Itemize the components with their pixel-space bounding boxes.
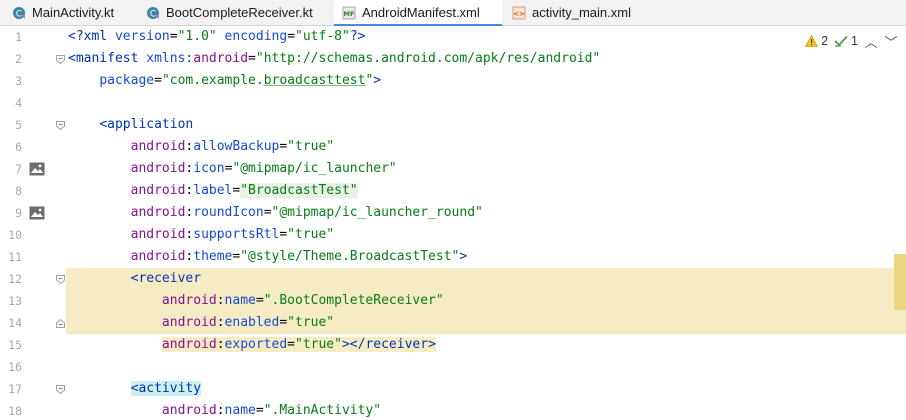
- tab-label: BootCompleteReceiver.kt: [166, 5, 313, 20]
- code-editor[interactable]: 1 2 3 4 5 6 7 8 9 10 11 12 13 14 15 16 1…: [0, 26, 906, 420]
- svg-text:C: C: [16, 10, 22, 20]
- weak-warnings-count: 1: [851, 34, 858, 48]
- code-line: android:theme="@style/Theme.BroadcastTes…: [130, 249, 468, 264]
- line-number: 16: [8, 360, 22, 374]
- line-number: 11: [8, 250, 22, 264]
- fold-marker-icon[interactable]: [56, 121, 65, 130]
- tab-main-activity[interactable]: C MainActivity.kt: [0, 0, 136, 26]
- svg-text:<>: <>: [513, 10, 525, 18]
- code-line: android:name=".MainActivity": [161, 403, 382, 418]
- fold-end-marker-icon[interactable]: [56, 319, 65, 328]
- code-line: android:name=".BootCompleteReceiver": [161, 293, 444, 308]
- code-line: android:icon="@mipmap/ic_launcher": [130, 161, 397, 176]
- kotlin-class-icon: C: [147, 7, 159, 20]
- code-line: android:label="BroadcastTest": [130, 183, 358, 198]
- layout-xml-icon: <>: [512, 6, 526, 20]
- line-number: 15: [8, 338, 22, 352]
- line-number: 12: [8, 272, 22, 286]
- fold-marker-icon[interactable]: [56, 275, 65, 284]
- inspection-widget[interactable]: 2 1 ︿ ﹀: [805, 32, 898, 50]
- code-line: <activity: [130, 381, 202, 396]
- line-number: 6: [15, 140, 22, 154]
- editor-gutter: 1 2 3 4 5 6 7 8 9 10 11 12 13 14 15 16 1…: [0, 26, 66, 420]
- manifest-file-icon: MF: [342, 6, 356, 20]
- code-line: <receiver: [130, 271, 202, 286]
- tab-label: activity_main.xml: [532, 5, 631, 20]
- next-highlight-icon[interactable]: ﹀: [884, 32, 898, 51]
- image-preview-icon[interactable]: [29, 162, 45, 176]
- code-line: <application: [99, 117, 194, 132]
- previous-highlight-icon[interactable]: ︿: [864, 32, 878, 51]
- line-number: 2: [15, 52, 22, 66]
- warnings-indicator[interactable]: 2: [805, 34, 828, 48]
- image-preview-icon[interactable]: [29, 206, 45, 220]
- code-line: <?xml version="1.0" encoding="utf-8"?>: [68, 29, 366, 44]
- tab-boot-complete-receiver[interactable]: C BootCompleteReceiver.kt: [136, 0, 332, 26]
- code-line: android:enabled="true": [161, 315, 335, 330]
- line-number: 1: [15, 30, 22, 44]
- line-number: 4: [15, 96, 22, 110]
- line-number: 7: [15, 162, 22, 176]
- fold-marker-icon[interactable]: [56, 55, 65, 64]
- line-number: 13: [8, 294, 22, 308]
- code-line: android:exported="true"></receiver>: [161, 337, 436, 352]
- line-number: 9: [15, 206, 22, 220]
- tab-android-manifest[interactable]: MF AndroidManifest.xml: [334, 0, 502, 27]
- code-line: android:roundIcon="@mipmap/ic_launcher_r…: [130, 205, 483, 220]
- editor-tab-bar: C MainActivity.kt C BootCompleteReceiver…: [0, 0, 906, 27]
- svg-text:C: C: [150, 10, 156, 20]
- svg-text:MF: MF: [344, 10, 355, 18]
- fold-marker-icon[interactable]: [56, 385, 65, 394]
- kotlin-class-icon: C: [13, 7, 25, 20]
- line-number: 8: [15, 184, 22, 198]
- code-line: package="com.example.broadcasttest">: [99, 73, 382, 88]
- line-number: 17: [8, 382, 22, 396]
- line-number: 18: [8, 404, 22, 418]
- code-line: android:supportsRtl="true": [130, 227, 335, 242]
- code-line: android:allowBackup="true": [130, 139, 335, 154]
- tab-label: AndroidManifest.xml: [362, 5, 480, 20]
- tab-activity-main[interactable]: <> activity_main.xml: [504, 0, 644, 26]
- warnings-count: 2: [821, 34, 829, 48]
- code-area[interactable]: <?xml version="1.0" encoding="utf-8"?> <…: [68, 26, 906, 420]
- check-icon: [834, 35, 848, 47]
- warning-icon: [805, 35, 819, 47]
- scrollbar-highlight-marker[interactable]: [894, 254, 906, 310]
- line-number: 3: [15, 74, 22, 88]
- tab-label: MainActivity.kt: [32, 5, 115, 20]
- line-number: 10: [8, 228, 22, 242]
- line-number: 14: [8, 316, 22, 330]
- weak-warnings-indicator[interactable]: 1: [834, 34, 858, 48]
- code-line: <manifest xmlns:android="http://schemas.…: [68, 51, 601, 66]
- line-number: 5: [15, 118, 22, 132]
